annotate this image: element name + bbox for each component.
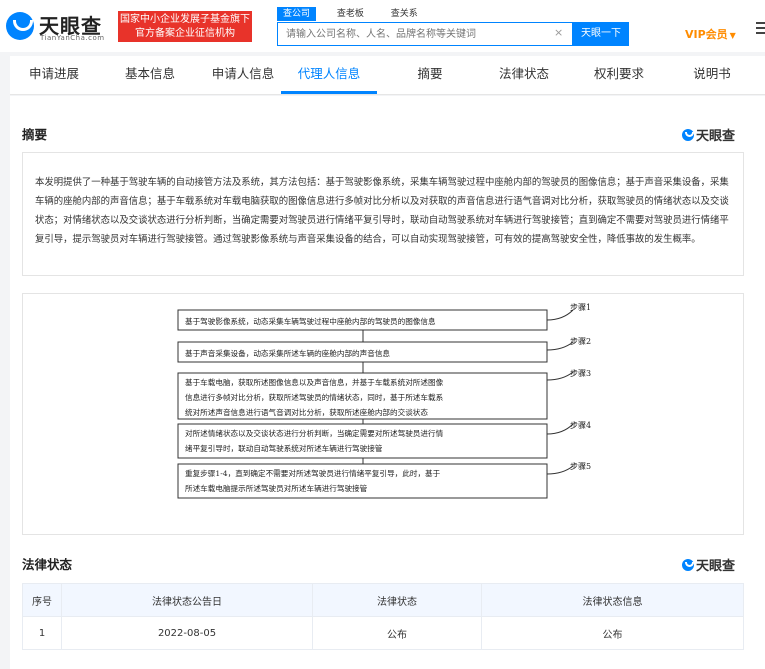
vip-menu[interactable]: VIP会员 ▼ bbox=[685, 26, 736, 42]
step-5-line: 重复步骤1-4，直到确定不需要对所述驾驶员进行情绪平复引导，此时，基于 bbox=[185, 469, 441, 478]
col-index: 序号 bbox=[22, 583, 62, 617]
logo-icon bbox=[6, 12, 34, 40]
brand-watermark: 天眼查 bbox=[682, 555, 735, 574]
step-1-text: 基于驾驶影像系统，动态采集车辆驾驶过程中座舱内部的驾驶员的图像信息 bbox=[185, 317, 436, 326]
search-input[interactable] bbox=[278, 23, 548, 45]
legal-status-table: 序号 法律状态公告日 法律状态 法律状态信息 1 2022-08-05 公布 公… bbox=[22, 583, 744, 650]
brand-watermark: 天眼查 bbox=[682, 125, 735, 144]
tab-abstract[interactable]: 摘要 bbox=[390, 56, 470, 94]
caret-down-icon: ▼ bbox=[729, 31, 736, 40]
search-type-tabs: 查公司 查老板 查关系 bbox=[277, 7, 436, 21]
legal-title: 法律状态 bbox=[22, 557, 73, 572]
tab-basic-info[interactable]: 基本信息 bbox=[107, 56, 193, 94]
step-3-line: 基于车载电脑，获取所述图像信息以及声音信息，并基于车载系统对所述图像 bbox=[185, 378, 444, 387]
search-box: × bbox=[277, 22, 573, 46]
table-header-row: 序号 法律状态公告日 法律状态 法律状态信息 bbox=[22, 583, 744, 617]
tab-search-relation[interactable]: 查关系 bbox=[385, 7, 424, 21]
badge-line-1: 国家中小企业发展子基金旗下 bbox=[120, 14, 250, 25]
tab-agent-info[interactable]: 代理人信息 bbox=[281, 56, 377, 94]
logo-domain: TianYanCha.com bbox=[40, 34, 105, 42]
cell-status-info: 公布 bbox=[481, 616, 744, 650]
badge-line-2: 官方备案企业征信机构 bbox=[135, 28, 235, 39]
tab-application-progress[interactable]: 申请进展 bbox=[10, 56, 98, 94]
step-label-4: 步骤4 bbox=[570, 421, 592, 430]
step-label-3: 步骤3 bbox=[570, 369, 592, 378]
clear-icon[interactable]: × bbox=[554, 26, 563, 39]
col-announce-date: 法律状态公告日 bbox=[61, 583, 313, 617]
tab-claims[interactable]: 权利要求 bbox=[576, 56, 662, 94]
brand-icon bbox=[682, 129, 694, 141]
cell-status: 公布 bbox=[312, 616, 482, 650]
detail-tabs: 申请进展 基本信息 申请人信息 代理人信息 摘要 法律状态 权利要求 说明书 bbox=[10, 56, 765, 95]
brand-icon bbox=[682, 559, 694, 571]
top-header: 天眼查 TianYanCha.com 国家中小企业发展子基金旗下 官方备案企业征… bbox=[0, 0, 765, 52]
col-status-info: 法律状态信息 bbox=[481, 583, 744, 617]
tab-search-company[interactable]: 查公司 bbox=[277, 7, 317, 21]
step-4-text: 对所述情绪状态以及交谈状态进行分析判断，当确定需要对所述驾驶员进行情 绪平复引导… bbox=[185, 426, 443, 456]
step-4-line: 绪平复引导时，联动自动驾驶系统对所述车辆进行驾驶接管 bbox=[185, 444, 383, 453]
vip-label: VIP会员 bbox=[685, 28, 728, 41]
abstract-title: 摘要 bbox=[22, 127, 48, 142]
step-3-line: 统对所述声音信息进行语气音调对比分析，获取所述座舱内部的交谈状态 bbox=[185, 408, 428, 417]
tab-applicant-info[interactable]: 申请人信息 bbox=[198, 56, 288, 94]
cell-index: 1 bbox=[22, 616, 62, 650]
search-button[interactable]: 天眼一下 bbox=[573, 22, 629, 46]
step-3-text: 基于车载电脑，获取所述图像信息以及声音信息，并基于车载系统对所述图像 信息进行多… bbox=[185, 375, 443, 420]
site-logo[interactable]: 天眼查 TianYanCha.com bbox=[6, 10, 116, 44]
step-5-line: 所述车载电脑提示所述驾驶员对所述车辆进行驾驶接管 bbox=[185, 484, 368, 493]
step-4-line: 对所述情绪状态以及交谈状态进行分析判断，当确定需要对所述驾驶员进行情 bbox=[185, 429, 444, 438]
tab-description[interactable]: 说明书 bbox=[674, 56, 750, 94]
abstract-figure: 基于驾驶影像系统，动态采集车辆驾驶过程中座舱内部的驾驶员的图像信息 基于声音采集… bbox=[22, 293, 744, 535]
tab-legal-status[interactable]: 法律状态 bbox=[483, 56, 565, 94]
cell-date: 2022-08-05 bbox=[61, 616, 313, 650]
official-badge: 国家中小企业发展子基金旗下 官方备案企业征信机构 bbox=[118, 11, 252, 42]
main-content: 摘要 天眼查 本发明提供了一种基于驾驶车辆的自动接管方法及系统，其方法包括：基于… bbox=[10, 96, 765, 669]
step-3-line: 信息进行多帧对比分析，获取所述驾驶员的情绪状态，同时，基于所述车载系 bbox=[185, 393, 444, 402]
brand-text: 天眼查 bbox=[696, 129, 736, 144]
tab-search-boss[interactable]: 查老板 bbox=[331, 7, 370, 21]
brand-text: 天眼查 bbox=[696, 559, 736, 574]
step-2-text: 基于声音采集设备，动态采集所述车辆的座舱内部的声音信息 bbox=[185, 349, 391, 358]
step-5-text: 重复步骤1-4，直到确定不需要对所述驾驶员进行情绪平复引导，此时，基于 所述车载… bbox=[185, 466, 440, 496]
step-label-5: 步骤5 bbox=[570, 462, 592, 471]
table-row: 1 2022-08-05 公布 公布 bbox=[22, 616, 744, 650]
step-label-2: 步骤2 bbox=[570, 337, 592, 346]
col-status: 法律状态 bbox=[312, 583, 482, 617]
abstract-text: 本发明提供了一种基于驾驶车辆的自动接管方法及系统，其方法包括：基于驾驶影像系统，… bbox=[22, 152, 744, 276]
menu-icon[interactable] bbox=[756, 22, 765, 36]
step-label-1: 步骤1 bbox=[570, 303, 592, 312]
